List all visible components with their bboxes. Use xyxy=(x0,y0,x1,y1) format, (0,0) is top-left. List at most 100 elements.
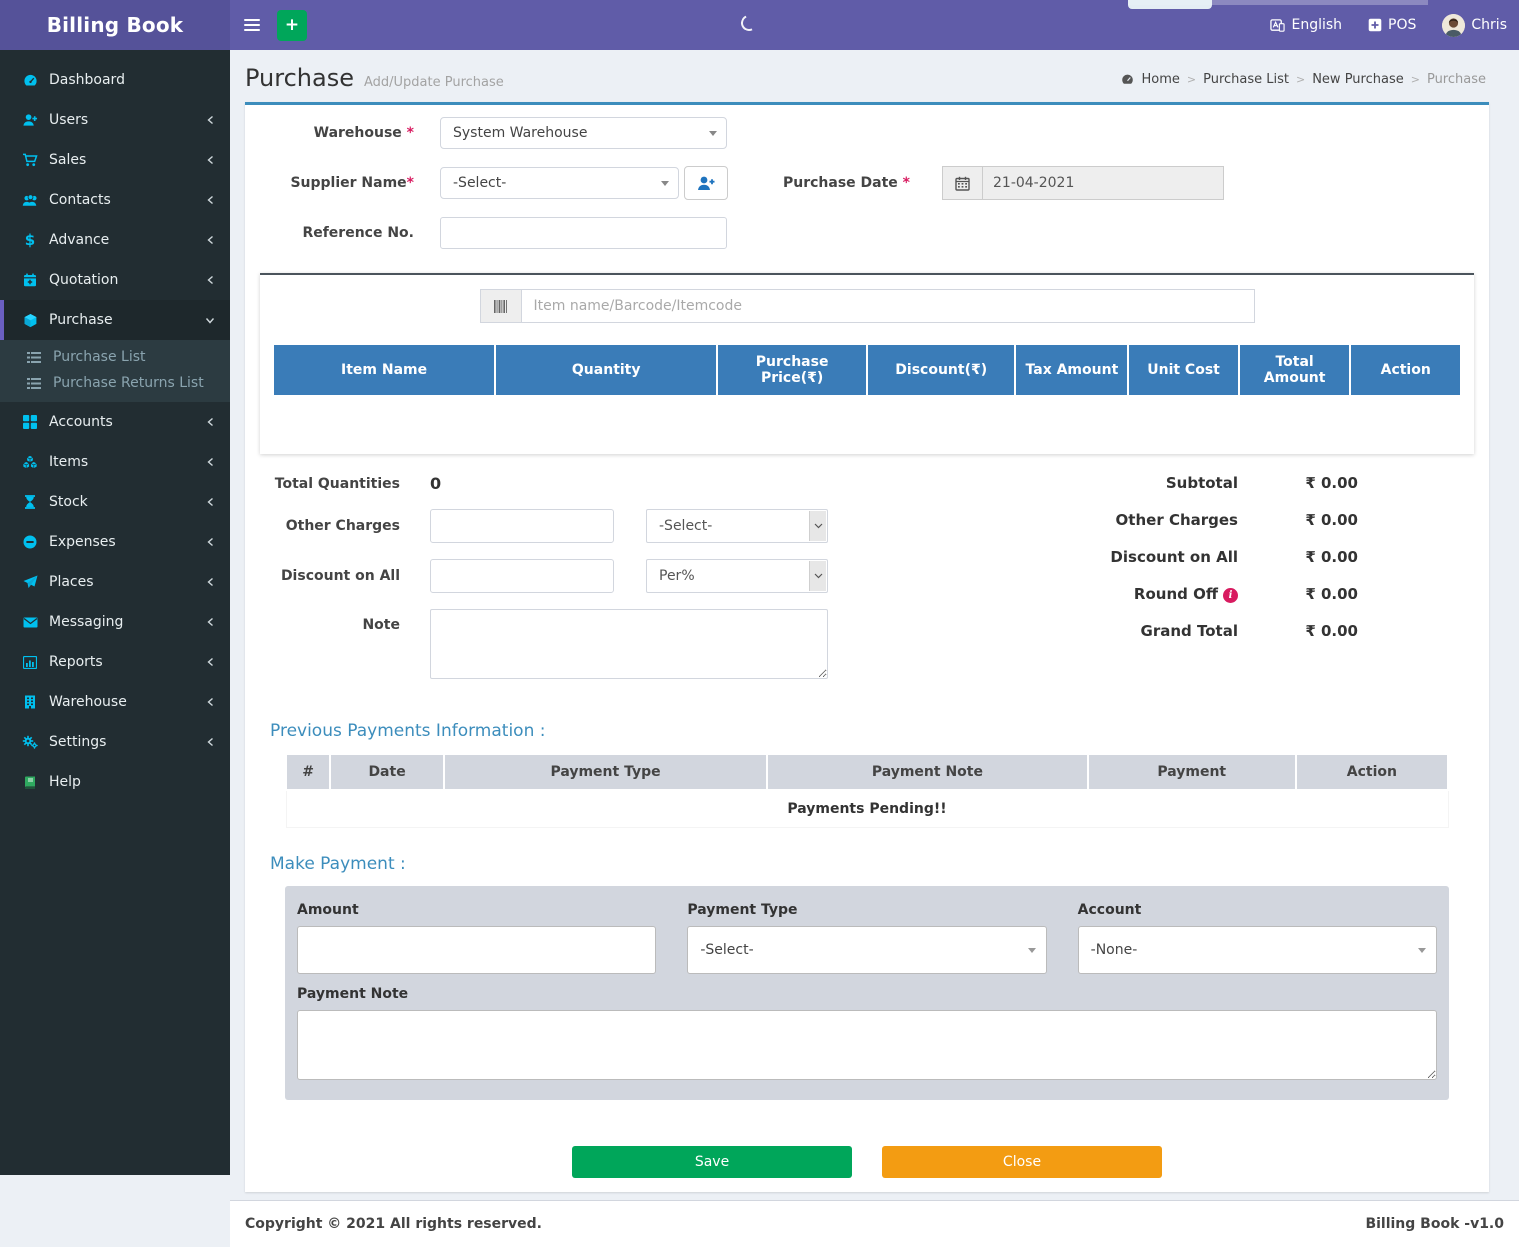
item-search-input[interactable] xyxy=(520,289,1255,323)
purchase-date-label: Purchase Date * xyxy=(782,175,910,191)
breadcrumb-home[interactable]: Home xyxy=(1141,72,1179,87)
sidebar-item-advance[interactable]: $ Advance xyxy=(0,220,230,260)
supplier-label: Supplier Name* xyxy=(290,175,414,191)
payment-type-field-group: Payment Type -Select- xyxy=(687,898,1047,974)
warehouse-select[interactable]: System Warehouse xyxy=(440,117,727,149)
sidebar-item-items[interactable]: Items xyxy=(0,442,230,482)
navbar-body: + English POS Chris xyxy=(230,0,1519,50)
chevron-left-icon xyxy=(206,195,215,205)
note-row: Note xyxy=(260,609,880,679)
other-charges-select[interactable]: -Select- xyxy=(646,509,828,543)
sidebar-item-users[interactable]: Users xyxy=(0,100,230,140)
note-textarea[interactable] xyxy=(430,609,828,679)
content-header: Purchase Add/Update Purchase Home > Purc… xyxy=(230,50,1519,102)
discount-type-select[interactable]: Per% xyxy=(646,559,828,593)
breadcrumb-new-purchase[interactable]: New Purchase xyxy=(1312,72,1404,87)
sidebar-item-purchase-returns-list[interactable]: Purchase Returns List xyxy=(0,370,230,396)
chevron-left-icon xyxy=(206,537,215,547)
discount-total-label: Discount on All xyxy=(1110,548,1238,566)
language-menu[interactable]: English xyxy=(1270,17,1342,33)
other-charges-input[interactable] xyxy=(430,509,614,543)
items-table-empty-body xyxy=(273,396,1461,426)
amount-input[interactable] xyxy=(297,926,657,974)
sidebar-item-purchase[interactable]: Purchase xyxy=(0,300,230,340)
user-plus-icon xyxy=(19,113,41,127)
sidebar-item-dashboard[interactable]: Dashboard xyxy=(0,60,230,100)
quick-add-button[interactable]: + xyxy=(277,9,307,41)
select-caret-icon xyxy=(1417,948,1426,953)
purchase-date-input[interactable] xyxy=(982,166,1224,200)
payment-type-select[interactable]: -Select- xyxy=(687,926,1047,974)
totals-right-column: Subtotal ₹ 0.00 Other Charges ₹ 0.00 Dis… xyxy=(1054,474,1474,695)
purchase-date-group xyxy=(942,166,1224,200)
purchase-submenu: Purchase List Purchase Returns List xyxy=(0,340,230,402)
add-supplier-button[interactable] xyxy=(684,166,728,200)
sidebar-item-expenses[interactable]: Expenses xyxy=(0,522,230,562)
supplier-select[interactable]: -Select- xyxy=(440,167,679,199)
sidebar-item-help[interactable]: Help xyxy=(0,762,230,802)
other-charges-row: Other Charges -Select- xyxy=(260,509,880,543)
list-icon xyxy=(24,377,44,389)
app-logo[interactable]: Billing Book xyxy=(0,0,230,50)
discount-on-all-input[interactable] xyxy=(430,559,614,593)
breadcrumb-separator: > xyxy=(1186,73,1197,86)
sidebar-item-quotation[interactable]: Quotation xyxy=(0,260,230,300)
sidebar-item-warehouse[interactable]: Warehouse xyxy=(0,682,230,722)
grand-total-value: ₹ 0.00 xyxy=(1305,622,1358,640)
warehouse-row: Warehouse * System Warehouse xyxy=(260,117,1474,149)
language-icon xyxy=(1270,18,1286,33)
minus-circle-icon xyxy=(19,535,41,549)
close-button[interactable]: Close xyxy=(882,1146,1162,1178)
chevron-left-icon xyxy=(206,155,215,165)
reference-label: Reference No. xyxy=(302,225,414,241)
user-menu[interactable]: Chris xyxy=(1442,13,1507,37)
sidebar-item-messaging[interactable]: Messaging xyxy=(0,602,230,642)
breadcrumb-current: Purchase xyxy=(1426,72,1486,87)
column-total-amount: Total Amount xyxy=(1237,345,1352,397)
sidebar-item-contacts[interactable]: Contacts xyxy=(0,180,230,220)
column-hash: # xyxy=(284,753,332,791)
other-charges-total-row: Other Charges ₹ 0.00 xyxy=(1054,511,1358,529)
select-arrow-icon xyxy=(809,561,826,591)
breadcrumb-purchase-list[interactable]: Purchase List xyxy=(1203,72,1289,87)
sidebar-item-reports[interactable]: Reports xyxy=(0,642,230,682)
items-table: Item Name Quantity Purchase Price(₹) Dis… xyxy=(271,345,1462,426)
note-label: Note xyxy=(362,617,400,633)
sidebar-item-places[interactable]: Places xyxy=(0,562,230,602)
discount-on-all-label: Discount on All xyxy=(280,568,400,584)
chevron-left-icon xyxy=(206,697,215,707)
subtotal-row: Subtotal ₹ 0.00 xyxy=(1054,474,1358,492)
sidebar: Dashboard Users Sales Contacts $ Advance… xyxy=(0,50,230,1175)
version-text: Billing Book -v1.0 xyxy=(1365,1216,1504,1232)
pos-menu[interactable]: POS xyxy=(1368,17,1416,33)
reference-input[interactable] xyxy=(440,217,727,249)
chevron-left-icon xyxy=(206,457,215,467)
items-table-header-row: Item Name Quantity Purchase Price(₹) Dis… xyxy=(271,345,1462,397)
sidebar-toggle-button[interactable] xyxy=(230,0,274,50)
copyright-text: Copyright © 2021 All rights reserved. xyxy=(245,1216,543,1232)
subtotal-value: ₹ 0.00 xyxy=(1305,474,1358,492)
sidebar-item-purchase-list[interactable]: Purchase List xyxy=(0,344,230,370)
totals-section: Total Quantities 0 Other Charges -Select… xyxy=(260,474,1474,695)
payment-note-textarea[interactable] xyxy=(297,1010,1437,1080)
navbar-right: English POS Chris xyxy=(1270,0,1507,50)
content-wrapper: Purchase Add/Update Purchase Home > Purc… xyxy=(230,50,1519,1247)
sidebar-item-sales[interactable]: Sales xyxy=(0,140,230,180)
account-select[interactable]: -None- xyxy=(1077,926,1437,974)
required-asterisk: * xyxy=(406,125,414,141)
sidebar-item-settings[interactable]: Settings xyxy=(0,722,230,762)
breadcrumb: Home > Purchase List > New Purchase > Pu… xyxy=(1121,72,1486,87)
info-icon[interactable]: i xyxy=(1223,588,1238,603)
dashboard-icon xyxy=(19,73,41,88)
account-label: Account xyxy=(1077,902,1142,918)
sidebar-item-stock[interactable]: Stock xyxy=(0,482,230,522)
payment-note-label: Payment Note xyxy=(297,986,409,1002)
bar-chart-icon xyxy=(19,655,41,669)
sidebar-item-accounts[interactable]: Accounts xyxy=(0,402,230,442)
column-action: Action xyxy=(1349,345,1462,397)
save-button[interactable]: Save xyxy=(572,1146,852,1178)
column-item-name: Item Name xyxy=(271,345,497,397)
required-asterisk: * xyxy=(406,175,414,191)
chevron-left-icon xyxy=(206,737,215,747)
account-field-group: Account -None- xyxy=(1077,898,1437,974)
